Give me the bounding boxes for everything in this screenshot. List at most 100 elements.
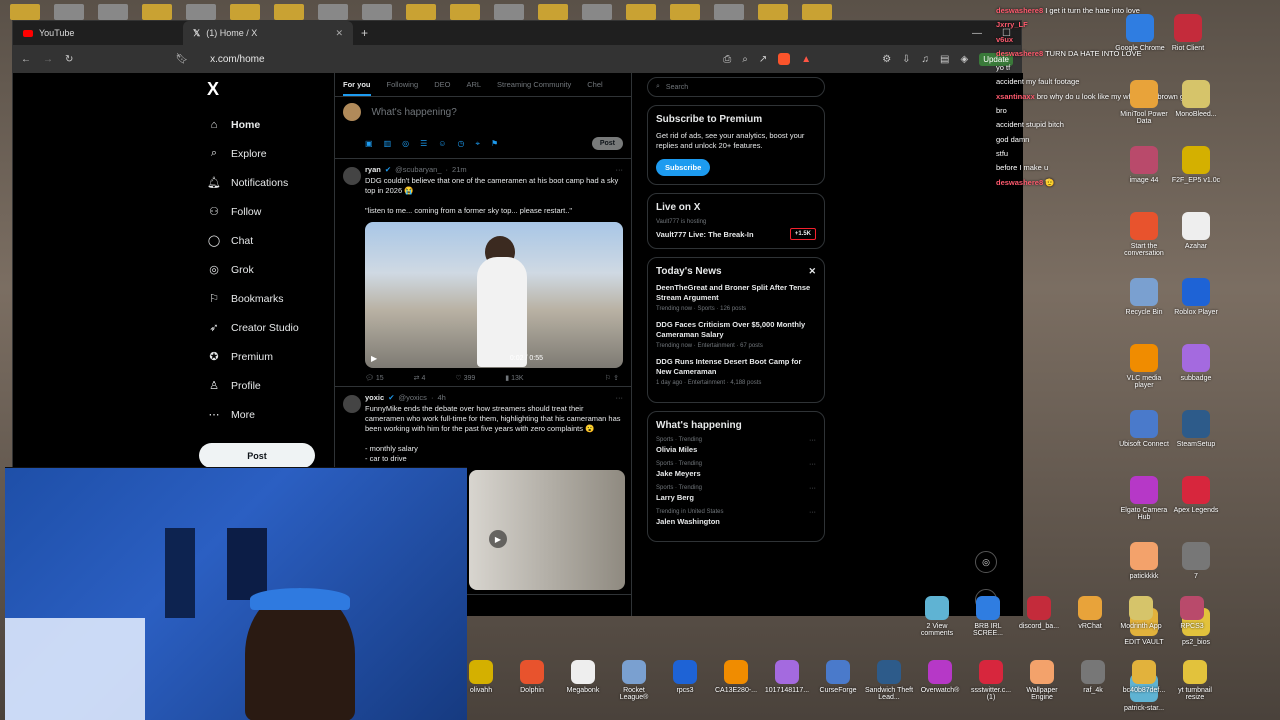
desktop-icon[interactable]: Google Chrome [1114,14,1166,52]
desktop-icon[interactable]: ssstwitter.c... (1) [966,660,1016,701]
nav-item-premium[interactable]: ✪ Premium [199,342,329,371]
nav-item-profile[interactable]: ♙ Profile [199,371,329,400]
desktop-icon[interactable]: patickkkk [1118,542,1170,580]
feed-tab[interactable]: Following [387,80,419,89]
desktop-icon[interactable]: Apex Legends [1170,476,1222,514]
nav-item-more[interactable]: ⋯ More [199,400,329,429]
desktop-icon[interactable]: Start the conversation [1118,212,1170,257]
nav-item-notifications[interactable]: 🔔︎ Notifications [199,168,329,197]
feed-tab[interactable]: For you [343,80,371,96]
wallet-icon[interactable]: ▤ [940,54,949,65]
gif-icon[interactable]: ▥ [384,139,392,149]
bookmark-page-icon[interactable]: 🔖︎ [175,54,188,65]
tweet-video[interactable]: ▶ [469,470,625,590]
post-button[interactable]: Post [199,443,315,468]
more-icon[interactable]: ··· [809,509,816,516]
zoom-icon[interactable]: ⌕ [742,54,748,65]
news-item[interactable]: DDG Faces Criticism Over $5,000 Monthly … [656,320,816,349]
more-icon[interactable]: ··· [809,437,816,444]
bookmark-icon[interactable]: ⚐ ⇪ [605,374,619,382]
play-icon[interactable]: ▶ [371,354,377,363]
minimize-icon[interactable]: — [972,28,982,39]
desktop-icon[interactable]: olivahh [456,660,506,694]
desktop-icon[interactable]: 7 [1170,542,1222,580]
tweet-author[interactable]: yoxic [365,393,384,402]
forward-icon[interactable]: → [43,54,53,65]
nav-item-grok[interactable]: ◎ Grok [199,255,329,284]
reload-icon[interactable]: ↻ [65,54,73,65]
desktop-icon[interactable]: CA13E280-... [711,660,761,694]
x-logo-icon[interactable]: X [207,79,329,100]
desktop-icon[interactable]: Azahar [1170,212,1222,250]
avatar[interactable] [343,395,361,413]
desktop-icon[interactable]: Riot Client [1162,14,1214,52]
news-item[interactable]: DeenTheGreat and Broner Split After Tens… [656,283,816,312]
desktop-icon[interactable]: SteamSetup [1170,410,1222,448]
desktop-icon[interactable]: discord_ba... [1014,596,1064,630]
trend-item[interactable]: Trending in United States Jalen Washingto… [656,509,816,526]
new-tab-button[interactable]: + [353,26,376,40]
search-input[interactable]: ⌕ Search [647,77,825,97]
desktop-icon[interactable]: CurseForge [813,660,863,694]
tweet[interactable]: ryan ✔ @scubaryan_ · 21m ··· DDG couldn't bel… [335,159,631,387]
compose-post-button[interactable]: Post [591,137,623,150]
poll-icon[interactable]: ☰ [420,139,427,149]
more-icon[interactable]: ··· [616,393,624,402]
feed-tab[interactable]: DEO [434,80,450,89]
desktop-icon[interactable]: yt tumbnail resize [1170,660,1220,701]
tab-x-home[interactable]: 𝕏 (1) Home / X ✕ [183,21,353,45]
repost-icon[interactable]: ⇄ 4 [414,374,426,382]
trend-item[interactable]: Sports · Trending Jake Meyers ··· [656,461,816,478]
desktop-icon[interactable]: 2 View comments [912,596,962,637]
desktop-icon[interactable]: rpcs3 [660,660,710,694]
more-icon[interactable]: ··· [809,485,816,492]
desktop-icon[interactable]: MonoBleed... [1170,80,1222,118]
grok-float-icon[interactable]: ◎ [975,551,997,573]
image-icon[interactable]: ▣ [365,139,373,149]
nav-item-follow[interactable]: ⚇ Follow [199,197,329,226]
nav-item-home[interactable]: ⌂ Home [199,110,329,139]
feed-tab[interactable]: Chel [587,80,602,89]
views-icon[interactable]: ▮ 13K [505,374,523,382]
trend-item[interactable]: Sports · Trending Larry Berg ··· [656,485,816,502]
flag-icon[interactable]: ⚑ [491,139,498,149]
subscribe-button[interactable]: Subscribe [656,159,711,176]
desktop-icon[interactable]: vRChat [1065,596,1115,630]
avatar[interactable] [343,167,361,185]
more-icon[interactable]: ··· [809,461,816,468]
play-icon[interactable]: ▶ [489,530,507,548]
desktop-icon[interactable]: Ubisoft Connect [1118,410,1170,448]
desktop-icon[interactable]: Megabonk [558,660,608,694]
nav-item-chat[interactable]: ◯ Chat [199,226,329,255]
feed-tab[interactable]: ARL [466,80,481,89]
url-field[interactable]: x.com/home [210,54,264,65]
close-icon[interactable]: ✕ [808,266,816,277]
vpn-icon[interactable]: ◈ [961,54,969,65]
download-icon[interactable]: ⇩ [902,54,910,65]
emoji-icon[interactable]: ☺ [438,139,446,149]
news-item[interactable]: DDG Runs Intense Desert Boot Camp for Ne… [656,357,816,386]
desktop-icon[interactable]: BRB IRL SCREE... [963,596,1013,637]
close-tab-icon[interactable]: ✕ [335,28,343,39]
more-icon[interactable]: ··· [616,165,624,174]
desktop-icon[interactable]: Elgato Camera Hub [1118,476,1170,521]
desktop-icon[interactable]: Rocket League® [609,660,659,701]
desktop-icon[interactable]: MiniTool Power Data [1118,80,1170,125]
nav-item-creator-studio[interactable]: ➶ Creator Studio [199,313,329,342]
feed-tab[interactable]: Streaming Community [497,80,571,89]
desktop-icon[interactable]: Dolphin [507,660,557,694]
reply-icon[interactable]: 💬︎ 15 [365,374,384,382]
avatar[interactable] [343,103,361,121]
back-icon[interactable]: ← [21,54,31,65]
location-icon[interactable]: ⌖ [475,139,480,149]
live-host[interactable]: Vault777 is hosting [656,219,816,225]
grok-compose-icon[interactable]: ◎ [402,139,409,149]
nav-item-explore[interactable]: ⌕ Explore [199,139,329,168]
desktop-icon[interactable]: bc40b87def... [1119,660,1169,694]
desktop-icon[interactable]: Recycle Bin [1118,278,1170,316]
desktop-icon[interactable]: image 44 [1118,146,1170,184]
desktop-icon[interactable]: VLC media player [1118,344,1170,389]
live-stream[interactable]: Vault777 Live: The Break-In +1.5K [656,228,816,240]
extensions-icon[interactable]: ⚙ [882,54,891,65]
desktop-icon[interactable]: Wallpaper Engine [1017,660,1067,701]
